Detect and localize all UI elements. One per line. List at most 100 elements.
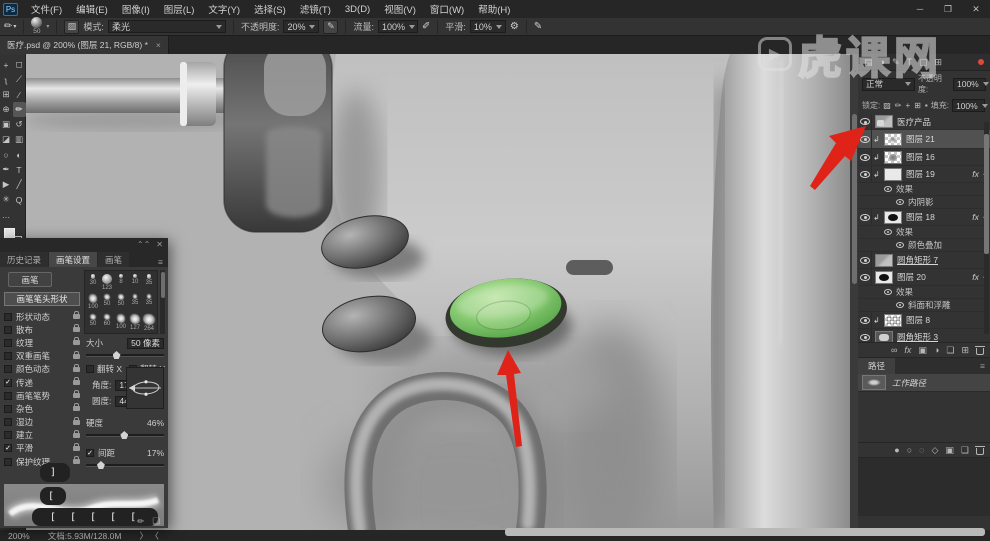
panel-icon-3[interactable]: T: [907, 57, 913, 68]
menu-图像(I)[interactable]: 图像(I): [115, 0, 157, 18]
pressure-opacity-icon[interactable]: ✎: [323, 19, 339, 34]
menu-窗口(W)[interactable]: 窗口(W): [423, 0, 471, 18]
path-from-selection-icon[interactable]: ◇: [931, 445, 938, 456]
effect-item[interactable]: 内阴影: [858, 196, 990, 209]
brush-preview-icon[interactable]: ✏: [137, 516, 144, 527]
close-icon[interactable]: ✕: [962, 0, 990, 18]
new-brush-icon[interactable]: ❏: [152, 516, 160, 527]
checkbox[interactable]: ✓: [4, 444, 12, 453]
pressure-size-icon[interactable]: ✎: [534, 21, 542, 32]
work-path-row[interactable]: 工作路径: [858, 374, 990, 392]
brush-option-双重画笔[interactable]: 双重画笔: [4, 350, 82, 363]
layer-row[interactable]: ↳图层 19fx˄: [858, 166, 990, 183]
lock-icon-3[interactable]: ⊞: [914, 101, 921, 110]
new-layer-icon[interactable]: ⊞: [961, 345, 969, 356]
layer-row[interactable]: 医疗产品: [858, 114, 990, 130]
menu-帮助(H)[interactable]: 帮助(H): [471, 0, 517, 18]
status-nav-arrows[interactable]: 〉 〈: [139, 530, 158, 541]
layer-mask-icon[interactable]: ▣: [918, 345, 927, 356]
gradient-tool-icon[interactable]: ▥: [13, 132, 26, 147]
brush-option-建立[interactable]: 建立: [4, 429, 82, 442]
menu-编辑(E)[interactable]: 编辑(E): [69, 0, 115, 18]
brush-preset[interactable]: 30: [86, 272, 100, 292]
layers-scrollbar[interactable]: [984, 122, 989, 334]
hardness-slider[interactable]: [86, 431, 164, 439]
visibility-toggle[interactable]: [858, 130, 872, 148]
collapse-panel-icon[interactable]: ⌃⌃: [137, 240, 150, 249]
close-panel-icon[interactable]: ✕: [156, 240, 163, 249]
canvas-horizontal-scrollbar[interactable]: [505, 528, 985, 536]
effects-header[interactable]: 效果: [858, 226, 990, 239]
layer-row[interactable]: ↳ 图层 21: [858, 130, 990, 149]
visibility-toggle[interactable]: [858, 252, 872, 268]
visibility-toggle[interactable]: [858, 166, 872, 182]
fill-path-icon[interactable]: ●: [894, 445, 899, 455]
checkbox[interactable]: [4, 457, 12, 466]
close-tab-icon[interactable]: ×: [156, 40, 161, 50]
brush-preset[interactable]: 60: [100, 312, 114, 332]
size-slider[interactable]: [86, 351, 164, 359]
brush-option-形状动态[interactable]: 形状动态: [4, 310, 82, 323]
more-tools-icon[interactable]: …: [0, 207, 13, 222]
brush-tip-shape-item[interactable]: 画笔笔头形状: [4, 292, 80, 306]
flow-select[interactable]: 100%: [377, 20, 418, 33]
menu-选择(S)[interactable]: 选择(S): [247, 0, 293, 18]
canvas-vertical-scrollbar[interactable]: [850, 54, 858, 530]
airbrush-icon[interactable]: ✐: [422, 21, 430, 32]
move-tool-icon[interactable]: +: [0, 57, 13, 72]
brush-option-杂色[interactable]: 杂色: [4, 402, 82, 415]
visibility-toggle[interactable]: [858, 269, 872, 285]
type-tool-icon[interactable]: T: [13, 162, 26, 177]
brush-preset[interactable]: 35: [128, 292, 142, 312]
brush-preset[interactable]: 50: [100, 292, 114, 312]
checkbox[interactable]: [4, 352, 12, 361]
menu-视图(V)[interactable]: 视图(V): [377, 0, 423, 18]
layer-row[interactable]: 图层 20fx˄: [858, 269, 990, 286]
eye-icon[interactable]: [884, 289, 892, 295]
pen-tool-icon[interactable]: ✒: [0, 162, 13, 177]
shape-tool-icon[interactable]: ╱: [13, 177, 26, 192]
brush-preset[interactable]: 127: [128, 312, 142, 332]
checkbox[interactable]: [4, 325, 12, 334]
brush-preset[interactable]: 8: [114, 272, 128, 292]
hand-tool-icon[interactable]: ✳: [0, 192, 13, 207]
eye-icon[interactable]: [884, 229, 892, 235]
menu-文件(F)[interactable]: 文件(F): [24, 0, 69, 18]
layer-row[interactable]: ↳图层 18fx˄: [858, 209, 990, 226]
visibility-toggle[interactable]: [858, 329, 872, 342]
smoothing-select[interactable]: 10%: [469, 20, 506, 33]
effects-header[interactable]: 效果: [858, 183, 990, 196]
brush-preset[interactable]: 50: [86, 312, 100, 332]
flip-x-checkbox[interactable]: [86, 365, 94, 373]
tab-brush-settings[interactable]: 画笔设置: [49, 252, 98, 267]
brush-option-湿边[interactable]: 湿边: [4, 416, 82, 429]
layer-fill-select[interactable]: 100%: [951, 99, 988, 112]
layer-opacity-select[interactable]: 100%: [953, 77, 989, 91]
panel-icon-4[interactable]: ▢: [919, 57, 928, 68]
brush-preset[interactable]: 10: [128, 272, 142, 292]
eraser-tool-icon[interactable]: ◪: [0, 132, 13, 147]
blur-tool-icon[interactable]: ○: [0, 147, 13, 162]
lock-icon-2[interactable]: +: [906, 101, 911, 110]
effects-header[interactable]: 效果: [858, 286, 990, 299]
menu-滤镜(T)[interactable]: 滤镜(T): [293, 0, 338, 18]
angle-roundness-control[interactable]: [126, 367, 164, 409]
eye-icon[interactable]: [896, 302, 904, 308]
brush-preset-picker[interactable]: 50: [31, 17, 43, 36]
checkbox[interactable]: [4, 404, 12, 413]
lasso-tool-icon[interactable]: ʅ: [0, 72, 13, 87]
brush-preset[interactable]: 35: [142, 292, 156, 312]
toggle-brush-settings-icon[interactable]: ▨: [64, 19, 80, 34]
adjustment-layer-icon[interactable]: ◑: [934, 345, 939, 355]
link-layers-icon[interactable]: ∞: [891, 345, 897, 355]
lock-icon-4[interactable]: ▪: [925, 101, 928, 110]
fx-badge[interactable]: fx: [972, 169, 979, 179]
brushes-button[interactable]: 画笔: [8, 272, 52, 287]
panel-icon-0[interactable]: ▤: [864, 57, 873, 68]
zoom-tool-icon[interactable]: Q: [13, 192, 26, 207]
quick-selection-tool-icon[interactable]: ⟋: [13, 72, 26, 87]
panel-menu-icon[interactable]: ≡: [153, 257, 168, 267]
lock-icon-1[interactable]: ✏: [895, 101, 902, 110]
brush-option-散布[interactable]: 散布: [4, 323, 82, 336]
delete-path-icon[interactable]: [975, 445, 985, 455]
